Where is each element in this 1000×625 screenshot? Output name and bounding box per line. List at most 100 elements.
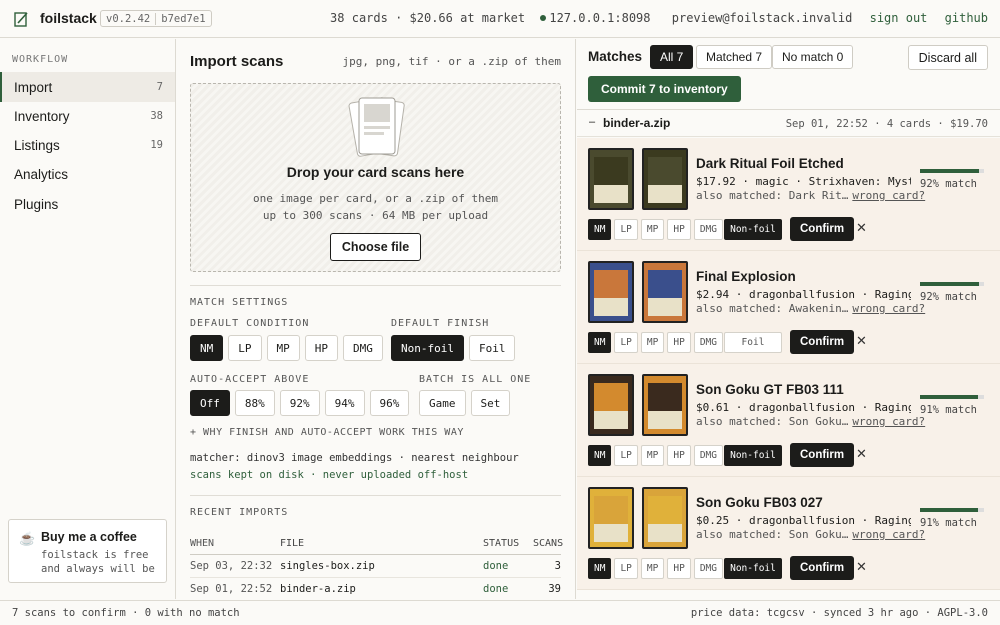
threshold-88[interactable]: 88% bbox=[234, 390, 275, 416]
reject-icon[interactable]: ✕ bbox=[856, 559, 867, 575]
filter-all[interactable]: All 7 bbox=[650, 45, 694, 69]
auto-accept-selector: Off 88% 92% 94% 96% bbox=[190, 390, 410, 416]
drop-zone[interactable]: Drop your card scans here one image per … bbox=[190, 83, 561, 272]
recent-imports-label: RECENT IMPORTS bbox=[190, 507, 289, 518]
wrong-card-link[interactable]: wrong card? bbox=[852, 189, 925, 202]
commit-button[interactable]: Commit 7 to inventory bbox=[588, 76, 741, 102]
col-status: STATUS bbox=[483, 537, 520, 549]
scan-thumbnail[interactable] bbox=[588, 261, 634, 323]
filter-matched[interactable]: Matched 7 bbox=[696, 45, 773, 69]
condition-nm[interactable]: NM bbox=[588, 219, 612, 240]
reference-thumbnail[interactable] bbox=[642, 374, 688, 436]
threshold-96[interactable]: 96% bbox=[369, 390, 410, 416]
confirm-button[interactable]: Confirm bbox=[790, 330, 855, 354]
buy-coffee-card[interactable]: ☕ Buy me a coffee foilstack is free and … bbox=[8, 519, 167, 583]
confirm-button[interactable]: Confirm bbox=[790, 217, 855, 241]
condition-nm[interactable]: NM bbox=[588, 332, 612, 353]
confirm-button[interactable]: Confirm bbox=[790, 556, 855, 580]
cell-scans: 3 bbox=[554, 560, 561, 572]
group-name: binder-a.zip bbox=[603, 116, 671, 130]
condition-dmg[interactable]: DMG bbox=[693, 332, 723, 353]
batch-set[interactable]: Set bbox=[470, 390, 511, 416]
finish-toggle[interactable]: Foil bbox=[724, 332, 782, 353]
also-matched-text: also matched: Dark Rit… bbox=[696, 189, 849, 202]
top-bar: foilstack v0.2.42 b7ed7e1 38 cards · $20.… bbox=[0, 0, 1000, 38]
sign-out-link[interactable]: sign out bbox=[870, 11, 928, 25]
filter-no-match[interactable]: No match 0 bbox=[772, 45, 854, 69]
condition-mp[interactable]: MP bbox=[640, 219, 665, 240]
wrong-card-link[interactable]: wrong card? bbox=[852, 528, 925, 541]
threshold-off[interactable]: Off bbox=[190, 390, 230, 416]
condition-hp[interactable]: HP bbox=[667, 332, 691, 353]
reject-icon[interactable]: ✕ bbox=[856, 446, 867, 462]
finish-toggle[interactable]: Non-foil bbox=[724, 219, 782, 240]
finish-toggle[interactable]: Non-foil bbox=[724, 558, 782, 579]
wrong-card-link[interactable]: wrong card? bbox=[852, 415, 925, 428]
condition-nm[interactable]: NM bbox=[588, 445, 612, 466]
table-row[interactable]: Sep 03, 22:32 singles-box.zip done 3 bbox=[190, 555, 561, 578]
condition-nm[interactable]: NM bbox=[588, 558, 612, 579]
sidebar-item-listings[interactable]: Listings 19 bbox=[0, 130, 175, 160]
also-matched-text: also matched: Son Goku… bbox=[696, 415, 849, 428]
condition-mp[interactable]: MP bbox=[266, 335, 300, 361]
version-badge: v0.2.42 b7ed7e1 bbox=[100, 10, 212, 27]
sidebar-item-inventory[interactable]: Inventory 38 bbox=[0, 101, 175, 131]
discard-all-button[interactable]: Discard all bbox=[907, 45, 988, 70]
reference-thumbnail[interactable] bbox=[642, 487, 688, 549]
condition-lp[interactable]: LP bbox=[614, 558, 638, 579]
match-confidence-fill bbox=[920, 395, 979, 399]
scan-thumbnail[interactable] bbox=[588, 487, 634, 549]
table-row[interactable]: Sep 01, 22:52 binder-a.zip done 39 bbox=[190, 578, 561, 599]
batch-game[interactable]: Game bbox=[419, 390, 466, 416]
match-confidence-fill bbox=[920, 169, 979, 173]
coffee-title: Buy me a coffee bbox=[41, 530, 137, 544]
group-header[interactable]: – binder-a.zip Sep 01, 22:52 · 4 cards ·… bbox=[577, 109, 1000, 137]
reference-thumbnail[interactable] bbox=[642, 261, 688, 323]
wrong-card-link[interactable]: wrong card? bbox=[852, 302, 925, 315]
card-name: Son Goku GT FB03 111 bbox=[696, 382, 844, 397]
sidebar-item-import[interactable]: Import 7 bbox=[0, 72, 175, 102]
condition-mp[interactable]: MP bbox=[640, 558, 665, 579]
sidebar-item-analytics[interactable]: Analytics bbox=[0, 159, 175, 189]
condition-nm[interactable]: NM bbox=[190, 335, 224, 361]
condition-mp[interactable]: MP bbox=[640, 332, 665, 353]
condition-lp[interactable]: LP bbox=[614, 219, 638, 240]
condition-dmg[interactable]: DMG bbox=[693, 445, 723, 466]
card-name: Son Goku FB03 027 bbox=[696, 495, 823, 510]
finish-non-foil[interactable]: Non-foil bbox=[391, 335, 464, 361]
choose-file-button[interactable]: Choose file bbox=[330, 233, 421, 261]
scan-thumbnail[interactable] bbox=[588, 148, 634, 210]
condition-hp[interactable]: HP bbox=[667, 445, 691, 466]
why-expander[interactable]: + WHY FINISH AND AUTO-ACCEPT WORK THIS W… bbox=[190, 427, 464, 438]
condition-hp[interactable]: HP bbox=[304, 335, 338, 361]
condition-lp[interactable]: LP bbox=[228, 335, 262, 361]
condition-hp[interactable]: HP bbox=[667, 558, 691, 579]
sidebar-item-plugins[interactable]: Plugins bbox=[0, 189, 175, 219]
threshold-92[interactable]: 92% bbox=[279, 390, 320, 416]
condition-dmg[interactable]: DMG bbox=[693, 558, 723, 579]
reject-icon[interactable]: ✕ bbox=[856, 333, 867, 349]
coffee-sub: foilstack is free and always will be bbox=[41, 549, 155, 575]
condition-dmg[interactable]: DMG bbox=[693, 219, 723, 240]
condition-lp[interactable]: LP bbox=[614, 332, 638, 353]
also-matched: also matched: Son Goku… wrong card? bbox=[696, 528, 925, 541]
matches-panel: Matches All 7 Matched 7 No match 0 Disca… bbox=[577, 39, 1000, 599]
reference-thumbnail[interactable] bbox=[642, 148, 688, 210]
nav-label: Inventory bbox=[14, 108, 70, 124]
threshold-94[interactable]: 94% bbox=[324, 390, 365, 416]
condition-hp[interactable]: HP bbox=[667, 219, 691, 240]
finish-foil[interactable]: Foil bbox=[468, 335, 516, 361]
condition-lp[interactable]: LP bbox=[614, 445, 638, 466]
coffee-icon: ☕ bbox=[19, 531, 36, 546]
condition-mp[interactable]: MP bbox=[640, 445, 665, 466]
github-link[interactable]: github bbox=[945, 11, 988, 25]
collapse-icon[interactable]: – bbox=[589, 116, 595, 128]
scan-thumbnail[interactable] bbox=[588, 374, 634, 436]
confirm-button[interactable]: Confirm bbox=[790, 443, 855, 467]
cell-file: singles-box.zip bbox=[280, 560, 375, 572]
reject-icon[interactable]: ✕ bbox=[856, 220, 867, 236]
finish-toggle[interactable]: Non-foil bbox=[724, 445, 782, 466]
condition-dmg[interactable]: DMG bbox=[343, 335, 383, 361]
nav-label: Analytics bbox=[14, 166, 69, 182]
accepted-formats: jpg, png, tif · or a .zip of them bbox=[342, 55, 561, 68]
